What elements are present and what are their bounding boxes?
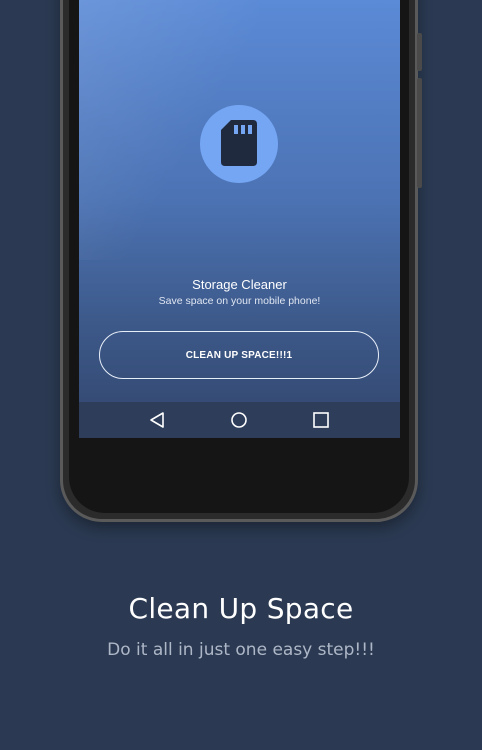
- recents-square-icon[interactable]: [312, 411, 330, 429]
- promo-headline: Clean Up Space: [128, 592, 354, 625]
- promo-screen: { "app": { "title": "Storage Cleaner", "…: [0, 0, 482, 750]
- sd-card-badge: [200, 105, 278, 183]
- clean-up-space-button[interactable]: CLEAN UP SPACE!!!1: [99, 331, 379, 379]
- volume-button: [417, 33, 422, 71]
- clean-up-space-label: CLEAN UP SPACE!!!1: [185, 349, 293, 361]
- power-button: [417, 78, 422, 188]
- sd-card-icon: [221, 120, 257, 166]
- app-subtitle: Save space on your mobile phone!: [158, 295, 321, 307]
- app-title: Storage Cleaner: [192, 277, 287, 292]
- android-navigation-bar: [79, 402, 400, 438]
- home-circle-icon[interactable]: [230, 411, 248, 429]
- phone-screen: Storage Cleaner Save space on your mobil…: [79, 0, 400, 438]
- promo-tagline: Do it all in just one easy step!!!: [107, 640, 375, 660]
- back-triangle-icon[interactable]: [148, 411, 166, 429]
